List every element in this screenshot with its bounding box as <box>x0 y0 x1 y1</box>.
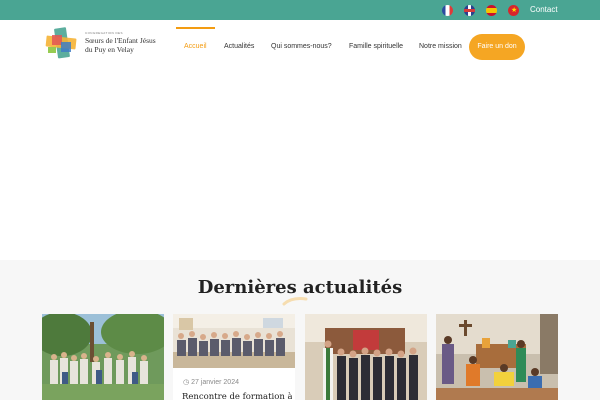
nav-active-indicator <box>176 27 215 29</box>
clock-icon: ◷ <box>183 379 190 386</box>
nav-item-qui-sommes-nous[interactable]: Qui sommes-nous? <box>271 42 332 51</box>
news-card[interactable] <box>436 314 558 400</box>
flag-spain-icon[interactable] <box>486 5 497 16</box>
news-card-image[interactable] <box>305 314 427 400</box>
top-bar: ★ Contact <box>0 0 600 20</box>
news-card-date: ◷ 27 janvier 2024 <box>183 379 239 386</box>
news-card-image[interactable] <box>436 314 558 400</box>
news-card[interactable]: ◷ 27 janvier 2024 Rencontre de formation … <box>173 314 295 400</box>
news-card-headline[interactable]: Rencontre de formation à <box>182 392 292 400</box>
news-card-image[interactable] <box>42 314 164 400</box>
brand-name-line2: du Puy en Velay <box>85 45 134 54</box>
decorative-swoosh-icon <box>282 297 308 306</box>
nav-item-notre-mission[interactable]: Notre mission <box>419 42 462 51</box>
nav-item-famille-spirituelle[interactable]: Famille spirituelle <box>349 42 403 51</box>
flag-france-icon[interactable] <box>442 5 453 16</box>
nav-item-actualites[interactable]: Actualités <box>224 42 254 51</box>
brand-name-line1: Sœurs de l'Enfant Jésus <box>85 36 156 45</box>
nav-item-accueil[interactable]: Accueil <box>184 42 207 51</box>
donate-button[interactable]: Faire un don <box>469 34 525 60</box>
news-card[interactable] <box>305 314 427 400</box>
news-card-image[interactable] <box>173 314 295 368</box>
cross-logo-icon[interactable] <box>44 27 78 59</box>
news-card[interactable] <box>42 314 164 400</box>
contact-link[interactable]: Contact <box>530 5 558 15</box>
flag-uk-icon[interactable] <box>464 5 475 16</box>
brand-name: Sœurs de l'Enfant Jésus du Puy en Velay <box>85 36 175 54</box>
flag-vietnam-icon[interactable]: ★ <box>508 5 519 16</box>
brand-caption: CONGREGATION DES <box>85 31 123 35</box>
